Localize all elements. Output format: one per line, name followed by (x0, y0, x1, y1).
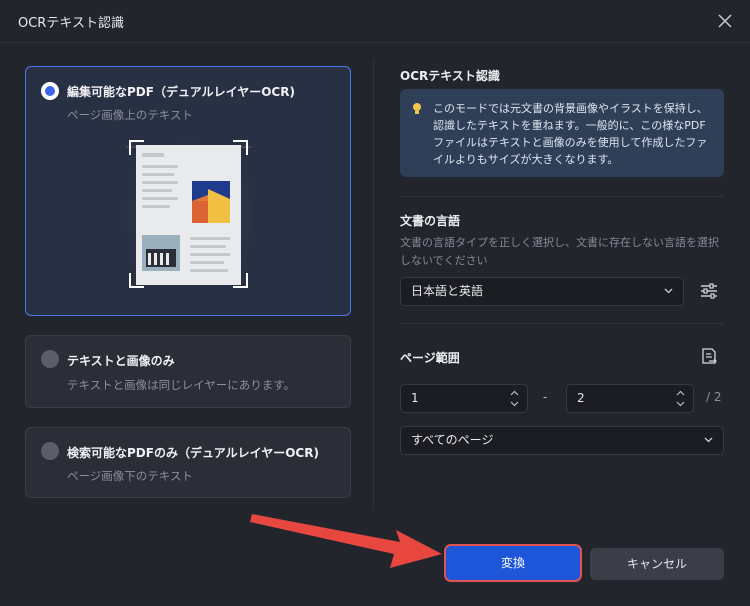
page-to-input[interactable]: 2 (566, 384, 694, 413)
language-select[interactable]: 日本語と英語 (400, 277, 684, 306)
stepper-icon[interactable] (676, 390, 685, 407)
option-text-and-images[interactable]: テキストと画像のみ テキストと画像は同じレイヤーにあります。 (25, 335, 351, 408)
option-editable-pdf[interactable]: 編集可能なPDF（デュアルレイヤーOCR) ページ画像上のテキスト (25, 66, 351, 316)
title-bar: OCRテキスト認識 (0, 0, 750, 43)
ocr-section-title: OCRテキスト認識 (400, 69, 500, 83)
pages-select[interactable]: すべてのページ (400, 426, 724, 455)
page-range-title: ページ範囲 (400, 351, 460, 365)
editable-pdf-illustration (126, 139, 251, 289)
option-editable-pdf-desc: ページ画像上のテキスト (67, 108, 193, 122)
total-pages: / 2 (706, 390, 722, 404)
dialog-title: OCRテキスト認識 (18, 16, 124, 31)
info-text: このモードでは元文書の背景画像やイラストを保持し、認識したテキストを重ねます。一… (433, 102, 708, 166)
language-select-value: 日本語と英語 (411, 284, 484, 298)
separator (400, 196, 724, 197)
chevron-down-icon (664, 288, 673, 294)
range-dash: - (543, 390, 548, 404)
separator (400, 323, 724, 324)
option-editable-pdf-label: 編集可能なPDF（デュアルレイヤーOCR) (67, 85, 295, 99)
page-from-value: 1 (411, 391, 419, 405)
ocr-dialog: OCRテキスト認識 編集可能なPDF（デュアルレイヤーOCR) ページ画像上のテ… (0, 0, 750, 606)
page-from-input[interactable]: 1 (400, 384, 528, 413)
close-icon[interactable] (714, 10, 736, 32)
language-section-title: 文書の言語 (400, 214, 461, 228)
option-searchable-pdf[interactable]: 検索可能なPDFのみ（デュアルレイヤーOCR) ページ画像下のテキスト (25, 427, 351, 498)
convert-button[interactable]: 変換 (446, 546, 580, 580)
radio-searchable-pdf[interactable] (41, 442, 59, 460)
pages-select-value: すべてのページ (411, 433, 494, 447)
option-searchable-pdf-label: 検索可能なPDFのみ（デュアルレイヤーOCR) (67, 446, 319, 460)
stepper-icon[interactable] (510, 390, 519, 407)
info-box: このモードでは元文書の背景画像やイラストを保持し、認識したテキストを重ねます。一… (400, 89, 724, 177)
page-range-settings-icon[interactable] (698, 346, 720, 368)
lightbulb-icon (413, 103, 421, 114)
settings-sliders-icon[interactable] (698, 280, 720, 302)
option-text-and-images-desc: テキストと画像は同じレイヤーにあります。 (67, 378, 296, 392)
radio-text-and-images[interactable] (41, 350, 59, 368)
chevron-down-icon (704, 437, 713, 443)
page-to-value: 2 (577, 391, 585, 405)
language-description: 文書の言語タイプを正しく選択し、文書に存在しない言語を選択しないでください (400, 236, 719, 267)
option-searchable-pdf-desc: ページ画像下のテキスト (67, 469, 193, 483)
radio-editable-pdf[interactable] (41, 82, 59, 100)
annotation-arrow (250, 514, 442, 568)
panel-divider (373, 60, 374, 510)
cancel-button[interactable]: キャンセル (590, 548, 724, 580)
option-text-and-images-label: テキストと画像のみ (67, 354, 175, 368)
